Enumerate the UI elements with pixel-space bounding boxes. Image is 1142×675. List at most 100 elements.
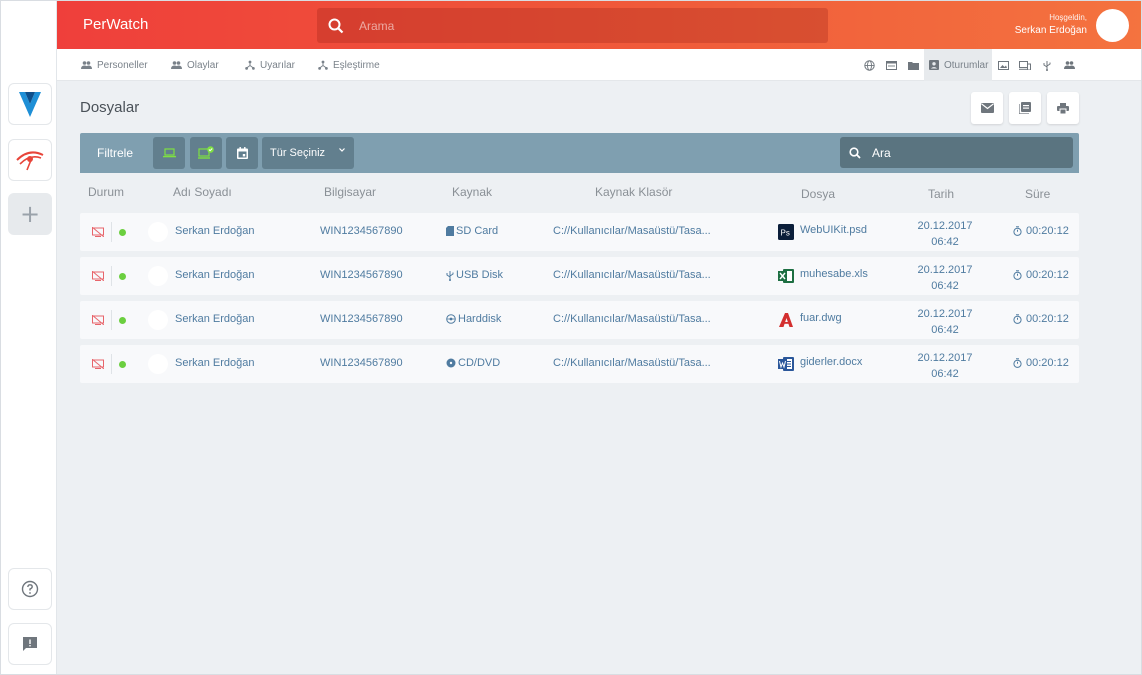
help-button[interactable] xyxy=(8,568,52,610)
table-header: Durum Adı Soyadı Bilgisayar Kaynak Kayna… xyxy=(80,173,1079,211)
app-logo-button[interactable] xyxy=(8,83,52,125)
nav-screen-button[interactable] xyxy=(992,49,1014,81)
cell-file[interactable]: muhesabe.xls xyxy=(800,268,868,280)
cd-dvd-icon xyxy=(446,358,456,368)
duration-value: 00:20:12 xyxy=(1026,357,1069,369)
mail-icon xyxy=(980,103,994,113)
source-label: SD Card xyxy=(456,225,499,237)
app-window: + PerWatch Hoşgeldi xyxy=(0,0,1142,675)
nav-usb-button[interactable] xyxy=(1036,49,1058,81)
filter-online-button[interactable] xyxy=(190,137,222,169)
nav-label: Eşleştirme xyxy=(333,59,380,71)
cell-name[interactable]: Serkan Erdoğan xyxy=(175,313,255,325)
time-value: 06:42 xyxy=(931,324,959,336)
source-label: CD/DVD xyxy=(458,357,501,369)
tab-label: Oturumlar xyxy=(944,59,989,71)
people-icon xyxy=(171,61,182,69)
nav-item-olaylar[interactable]: Olaylar xyxy=(171,49,219,81)
email-button[interactable] xyxy=(971,92,1003,124)
timer-icon xyxy=(1013,358,1022,368)
col-tarih[interactable]: Tarih xyxy=(928,187,954,201)
cell-computer: WIN1234567890 xyxy=(320,225,403,237)
user-name: Serkan Erdoğan xyxy=(1014,25,1087,36)
welcome-block: Hoşgeldin, Serkan Erdoğan xyxy=(1015,13,1087,36)
col-kaynak-klasor[interactable]: Kaynak Klasör xyxy=(595,185,672,199)
status-online-dot xyxy=(119,273,126,280)
table-row[interactable]: Serkan Erdoğan WIN1234567890 Harddisk C:… xyxy=(80,301,1079,339)
cell-folder: C://Kullanıcılar/Masaüstü/Tasa... xyxy=(553,269,711,281)
cell-name[interactable]: Serkan Erdoğan xyxy=(175,225,255,237)
nav-item-uyarilar[interactable]: Uyarılar xyxy=(245,49,295,81)
add-button[interactable]: + xyxy=(8,193,52,235)
cell-file[interactable]: giderler.docx xyxy=(800,356,862,368)
col-bilgisayar[interactable]: Bilgisayar xyxy=(324,185,376,199)
cell-duration: 00:20:12 xyxy=(1013,225,1069,237)
pdf-icon xyxy=(1019,102,1031,114)
screen-off-icon xyxy=(92,227,104,237)
cell-duration: 00:20:12 xyxy=(1013,313,1069,325)
cell-folder: C://Kullanıcılar/Masaüstü/Tasa... xyxy=(553,313,711,325)
nav-item-personeller[interactable]: Personeller xyxy=(81,49,148,81)
col-durum[interactable]: Durum xyxy=(88,185,124,199)
nav-users-button[interactable] xyxy=(1058,49,1080,81)
cell-name[interactable]: Serkan Erdoğan xyxy=(175,269,255,281)
filter-date-button[interactable] xyxy=(226,137,258,169)
filter-computer-button[interactable] xyxy=(153,137,185,169)
nav-item-eslestirme[interactable]: Eşleştirme xyxy=(318,49,380,81)
col-dosya[interactable]: Dosya xyxy=(801,187,835,201)
cell-name[interactable]: Serkan Erdoğan xyxy=(175,357,255,369)
cell-source: USB Disk xyxy=(446,269,503,281)
nav-devices-button[interactable] xyxy=(1014,49,1036,81)
welcome-text: Hoşgeldin, xyxy=(1049,13,1087,22)
harddisk-icon xyxy=(446,314,456,324)
screenshot-icon xyxy=(997,60,1009,70)
chevron-down-icon xyxy=(339,148,345,152)
table-row[interactable]: Serkan Erdoğan WIN1234567890 USB Disk C:… xyxy=(80,257,1079,295)
global-search-input[interactable] xyxy=(359,8,799,43)
date-value: 20.12.2017 xyxy=(917,220,973,232)
table-search[interactable] xyxy=(840,137,1073,168)
screen-off-icon xyxy=(92,359,104,369)
perwatch-logo-button[interactable] xyxy=(8,139,52,181)
nav-globe-button[interactable] xyxy=(858,49,880,81)
table-row[interactable]: Serkan Erdoğan WIN1234567890 SD Card C:/… xyxy=(80,213,1079,251)
excel-icon xyxy=(778,269,794,283)
date-value: 20.12.2017 xyxy=(917,308,973,320)
col-sure[interactable]: Süre xyxy=(1025,187,1050,201)
globe-icon xyxy=(863,59,875,71)
feedback-button[interactable] xyxy=(8,623,52,665)
avatar xyxy=(148,354,168,374)
cell-file[interactable]: fuar.dwg xyxy=(800,312,842,324)
type-select[interactable]: Tür Seçiniz xyxy=(262,137,354,169)
table-search-input[interactable] xyxy=(872,137,1062,168)
cell-duration: 00:20:12 xyxy=(1013,357,1069,369)
col-kaynak[interactable]: Kaynak xyxy=(452,185,492,199)
user-avatar[interactable] xyxy=(1096,9,1129,42)
devices-icon xyxy=(1019,60,1032,70)
duration-value: 00:20:12 xyxy=(1026,225,1069,237)
cell-date: 20.12.2017 06:42 xyxy=(910,306,980,338)
status-online-dot xyxy=(119,229,126,236)
cell-computer: WIN1234567890 xyxy=(320,269,403,281)
nav-folder-button[interactable] xyxy=(902,49,924,81)
screen-off-icon xyxy=(92,271,104,281)
divider xyxy=(111,354,112,374)
nav-right-group: Oturumlar xyxy=(858,49,1080,81)
table-row[interactable]: Serkan Erdoğan WIN1234567890 CD/DVD C://… xyxy=(80,345,1079,383)
nav-window-button[interactable] xyxy=(880,49,902,81)
tab-oturumlar[interactable]: Oturumlar xyxy=(924,49,993,81)
pdf-button[interactable] xyxy=(1009,92,1041,124)
people-icon xyxy=(81,61,92,69)
calendar-icon xyxy=(236,147,248,159)
cell-file[interactable]: WebUIKit.psd xyxy=(800,224,867,236)
avatar xyxy=(148,222,168,242)
filter-label: Filtrele xyxy=(97,146,134,160)
col-adi-soyadi[interactable]: Adı Soyadı xyxy=(173,185,232,199)
duration-value: 00:20:12 xyxy=(1026,313,1069,325)
print-button[interactable] xyxy=(1047,92,1079,124)
date-value: 20.12.2017 xyxy=(917,264,973,276)
global-search[interactable] xyxy=(317,8,828,43)
top-header: PerWatch Hoşgeldin, Serkan Erdoğan xyxy=(57,1,1141,49)
autocad-icon xyxy=(779,313,793,327)
divider xyxy=(111,310,112,330)
